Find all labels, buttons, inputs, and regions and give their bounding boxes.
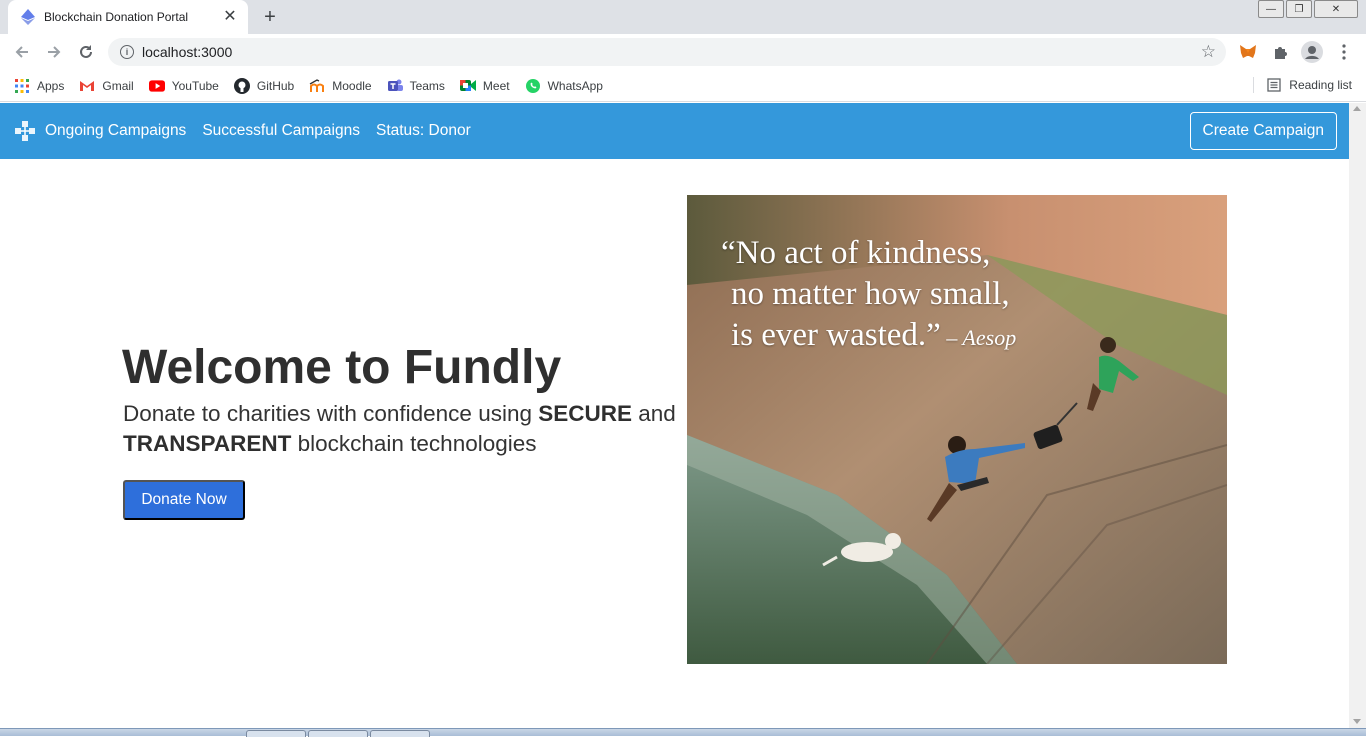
- bookmark-label: GitHub: [256, 78, 295, 93]
- hero-quote-image: “No act of kindness, no matter how small…: [687, 195, 1227, 664]
- bookmark-meet[interactable]: Meet: [459, 78, 510, 94]
- nav-ongoing-campaigns[interactable]: Ongoing Campaigns: [45, 122, 186, 140]
- reload-icon[interactable]: [70, 36, 102, 68]
- bookmark-moodle[interactable]: Moodle: [309, 78, 372, 94]
- bookmark-gmail[interactable]: Gmail: [79, 78, 134, 94]
- minimize-icon[interactable]: —: [1258, 0, 1284, 18]
- profile-avatar-icon[interactable]: [1300, 40, 1324, 64]
- quote-line: no matter how small,: [731, 276, 1010, 312]
- subtitle-text: blockchain technologies: [291, 431, 537, 456]
- page-scrollbar[interactable]: [1349, 103, 1366, 736]
- menu-dots-icon[interactable]: [1332, 40, 1356, 64]
- create-campaign-button[interactable]: Create Campaign: [1189, 112, 1337, 150]
- bookmarks-bar: Apps Gmail YouTube GitHub Moodle Teams M…: [0, 70, 1366, 102]
- tab-title: Blockchain Donation Portal: [44, 10, 189, 24]
- extensions-puzzle-icon[interactable]: [1268, 40, 1292, 64]
- bookmark-label: Teams: [409, 78, 445, 93]
- ethereum-icon: [20, 9, 36, 25]
- bookmark-star-icon[interactable]: ☆: [1201, 42, 1216, 62]
- reading-list-label: Reading list: [1289, 78, 1352, 92]
- teams-icon: [387, 78, 403, 94]
- meet-icon: [459, 78, 476, 94]
- subtitle-text: Donate to charities with confidence usin…: [123, 401, 539, 426]
- url-text: localhost:3000: [142, 44, 233, 60]
- bookmark-label: YouTube: [171, 78, 219, 93]
- reading-list-icon: [1266, 77, 1282, 93]
- back-arrow-icon[interactable]: [6, 36, 38, 68]
- apps-grid-icon: [14, 78, 30, 94]
- browser-tab[interactable]: Blockchain Donation Portal ✕: [8, 0, 248, 34]
- quote-author: – Aesop: [940, 325, 1017, 350]
- gmail-icon: [79, 78, 95, 94]
- close-tab-icon[interactable]: ✕: [222, 9, 238, 25]
- subtitle-text: and: [632, 401, 676, 426]
- bookmark-label: Meet: [482, 78, 510, 93]
- bookmark-label: Apps: [37, 78, 65, 93]
- moodle-icon: [309, 78, 325, 94]
- tab-strip: Blockchain Donation Portal ✕ + — ❐ ✕: [0, 0, 1366, 34]
- youtube-icon: [148, 78, 165, 94]
- window-close-icon[interactable]: ✕: [1314, 0, 1358, 18]
- quote-line: “No act of kindness,: [721, 235, 991, 271]
- bookmark-teams[interactable]: Teams: [387, 78, 445, 94]
- hero-subtitle: Donate to charities with confidence usin…: [123, 399, 683, 459]
- bookmark-label: Moodle: [332, 78, 372, 93]
- bookmark-label: Gmail: [102, 78, 134, 93]
- quote-line-text: is ever wasted.”: [731, 317, 941, 353]
- os-taskbar: [0, 728, 1366, 737]
- new-tab-icon[interactable]: +: [260, 7, 280, 27]
- whatsapp-icon: [525, 78, 541, 94]
- reading-list[interactable]: Reading list: [1253, 77, 1352, 93]
- scroll-up-icon[interactable]: [1353, 106, 1361, 111]
- nav-successful-campaigns[interactable]: Successful Campaigns: [202, 122, 360, 140]
- bookmark-github[interactable]: GitHub: [233, 77, 295, 94]
- quote-line-final: is ever wasted.” – Aesop: [721, 315, 1016, 358]
- bookmark-youtube[interactable]: YouTube: [148, 78, 219, 94]
- github-icon: [233, 77, 250, 94]
- hero-title: Welcome to Fundly: [122, 341, 562, 394]
- blockchain-logo-icon[interactable]: [14, 120, 36, 142]
- app-navbar: Ongoing Campaigns Successful Campaigns S…: [0, 103, 1349, 159]
- bookmark-apps[interactable]: Apps: [14, 78, 64, 94]
- scroll-down-icon[interactable]: [1353, 719, 1361, 724]
- metamask-icon[interactable]: [1236, 40, 1260, 64]
- subtitle-emphasis-transparent: TRANSPARENT: [123, 431, 292, 456]
- address-bar[interactable]: i localhost:3000 ☆: [108, 38, 1226, 66]
- forward-arrow-icon[interactable]: [38, 36, 70, 68]
- browser-toolbar: i localhost:3000 ☆: [0, 34, 1366, 70]
- restore-icon[interactable]: ❐: [1286, 0, 1312, 18]
- bookmark-whatsapp[interactable]: WhatsApp: [525, 78, 603, 94]
- window-controls: — ❐ ✕: [1256, 0, 1358, 18]
- donate-now-button[interactable]: Donate Now: [123, 480, 245, 520]
- image-quote: “No act of kindness, no matter how small…: [721, 233, 1016, 358]
- subtitle-emphasis-secure: SECURE: [538, 401, 633, 426]
- info-icon[interactable]: i: [120, 45, 134, 59]
- nav-status[interactable]: Status: Donor: [376, 122, 471, 140]
- bookmark-label: WhatsApp: [547, 78, 603, 93]
